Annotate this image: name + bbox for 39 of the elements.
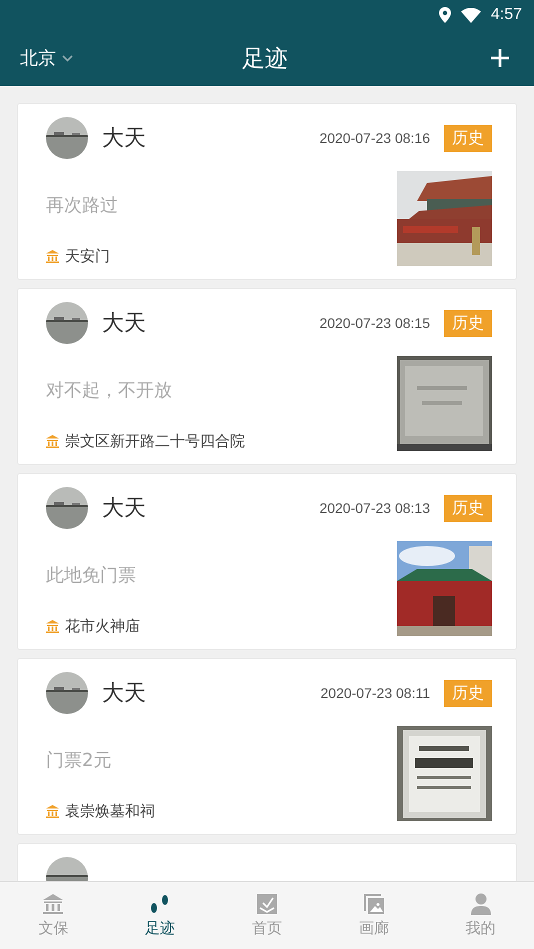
add-icon[interactable] (490, 48, 510, 68)
post-card[interactable]: 大天 2020-07-23 08:15 历史 对不起，不开放 崇文区新开路二十号四合院 (17, 288, 517, 465)
chevron-down-icon (62, 54, 73, 62)
person-icon (470, 893, 492, 915)
post-time: 2020-07-23 08:11 (320, 685, 430, 701)
wifi-icon (460, 8, 481, 22)
post-time: 2020-07-23 08:16 (319, 130, 430, 146)
landmark-icon (46, 620, 59, 633)
user-name: 大天 (102, 495, 146, 523)
landmark-icon (42, 893, 64, 915)
post-time: 2020-07-23 08:13 (319, 500, 430, 516)
location-icon (438, 7, 451, 23)
place-name: 崇文区新开路二十号四合院 (65, 432, 245, 451)
landmark-icon (46, 805, 59, 818)
post-card[interactable]: 大天 2020-07-23 08:16 历史 再次路过 天安门 (17, 103, 517, 280)
post-text: 再次路过 (46, 194, 119, 217)
city-selector[interactable]: 北京 (20, 46, 73, 70)
landmark-icon (46, 435, 59, 448)
status-time: 4:57 (490, 6, 522, 24)
gallery-icon (362, 893, 385, 915)
user-name: 大天 (102, 310, 146, 338)
place-name: 花市火神庙 (65, 617, 140, 636)
place-name: 天安门 (65, 247, 110, 266)
post-text: 门票2元 (46, 749, 112, 772)
place-name: 袁崇焕墓和祠 (65, 802, 155, 821)
landmark-icon (46, 250, 59, 263)
category-tag: 历史 (444, 310, 492, 336)
post-card[interactable]: 大天 2020-07-23 08:11 历史 门票2元 袁崇焕墓和祠 (17, 658, 517, 835)
post-text: 对不起，不开放 (46, 379, 173, 402)
category-tag: 历史 (444, 124, 492, 152)
user-name: 大天 (102, 125, 146, 153)
post-card[interactable]: 大天 2020-07-23 08:13 历史 此地免门票 花市火神庙 (17, 473, 517, 650)
post-time: 2020-07-23 08:15 (319, 315, 430, 331)
post-text: 此地免门票 (46, 564, 137, 587)
user-name: 大天 (102, 680, 146, 708)
page-title: 足迹 (242, 44, 288, 74)
category-tag: 历史 (444, 680, 492, 706)
category-tag: 历史 (444, 494, 492, 522)
nav-tab[interactable]: 足迹 (106, 882, 214, 949)
